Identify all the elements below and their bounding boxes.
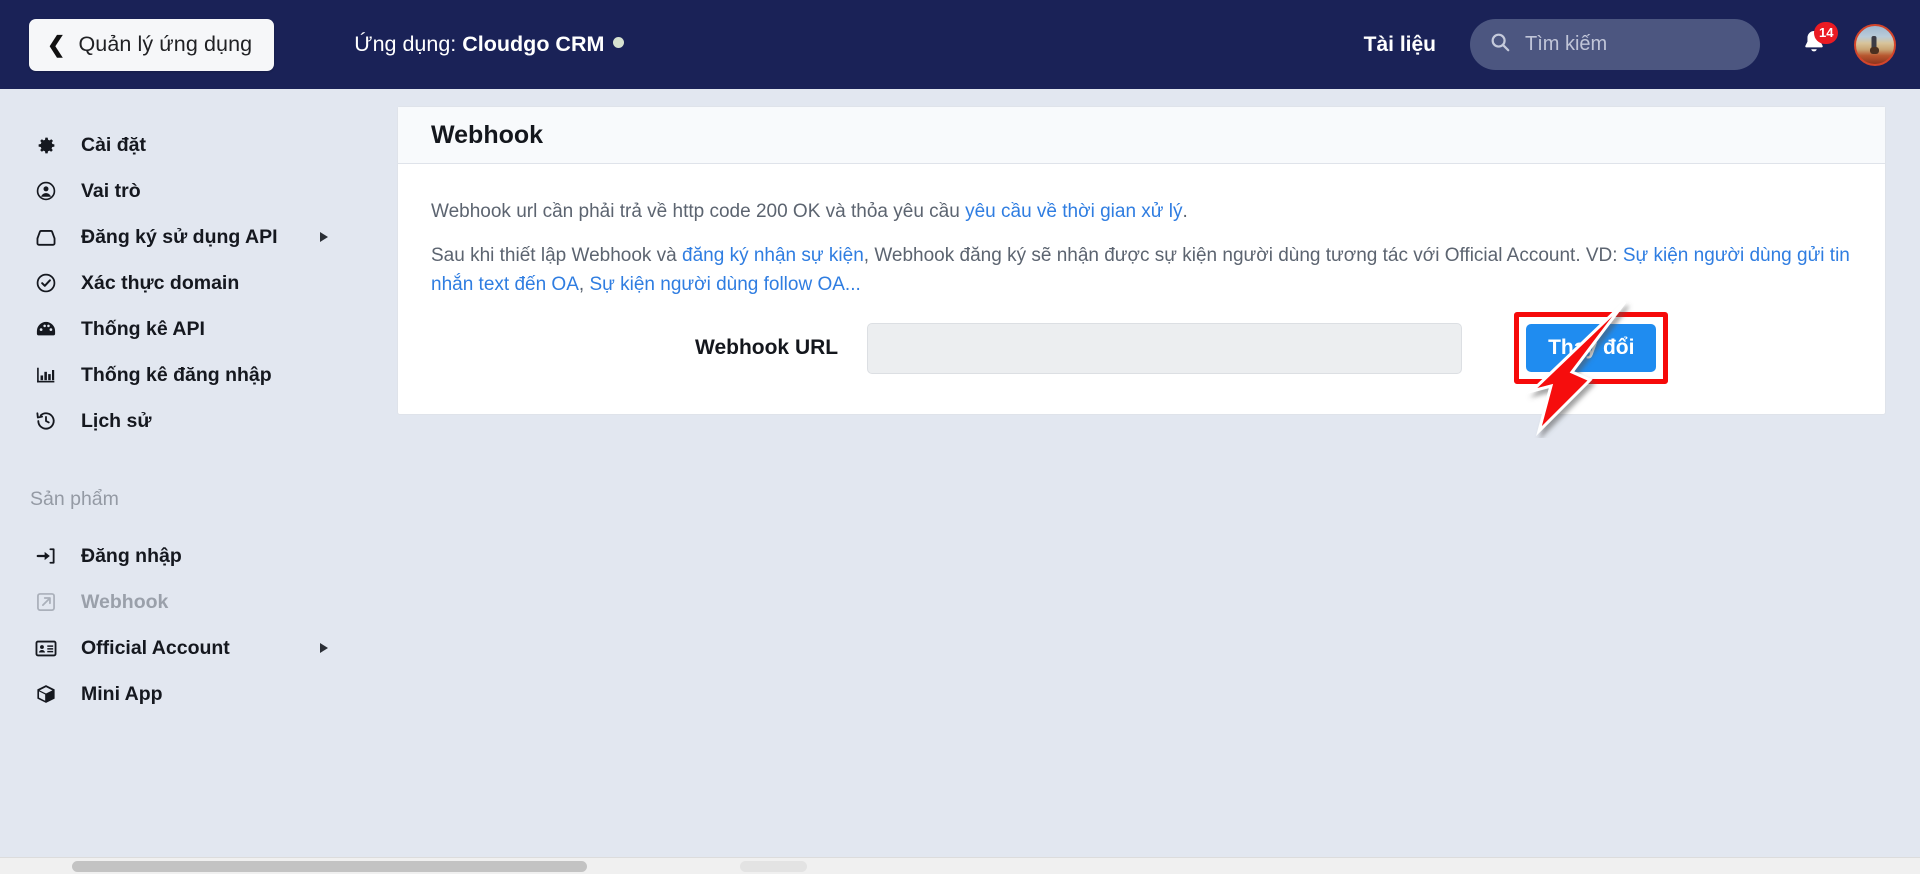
sidebar: Cài đặt Vai trò Đăng ký sử dụng API Xác … — [0, 89, 397, 874]
change-webhook-button[interactable]: Thay đổi — [1526, 324, 1657, 373]
sidebar-item-label: Xác thực domain — [81, 271, 240, 294]
id-card-icon — [33, 639, 59, 658]
sidebar-item-xac-thuc-domain[interactable]: Xác thực domain — [0, 260, 397, 306]
search-placeholder-text: Tìm kiếm — [1525, 33, 1608, 55]
current-app-title: Ứng dụng: Cloudgo CRM — [354, 32, 625, 57]
paragraph2-text-part1: Sau khi thiết lập Webhook và — [431, 244, 683, 266]
sidebar-item-label: Official Account — [81, 636, 230, 659]
sidebar-item-label: Mini App — [81, 682, 163, 705]
sidebar-item-label: Thống kê API — [81, 317, 205, 340]
sidebar-item-label: Thống kê đăng nhập — [81, 363, 272, 386]
paragraph1-text-part2: . — [1182, 201, 1188, 222]
back-button-label: Quản lý ứng dụng — [78, 32, 253, 56]
bar-chart-icon — [33, 365, 59, 385]
webhook-url-form-row: Webhook URL Thay đổi — [431, 312, 1852, 385]
description-paragraph-2: Sau khi thiết lập Webhook và đăng ký nhậ… — [431, 242, 1852, 300]
avatar-figure-secondary — [1869, 46, 1879, 54]
chevron-right-icon — [320, 232, 328, 242]
sidebar-item-dang-nhap[interactable]: Đăng nhập — [0, 533, 397, 579]
history-icon — [33, 410, 59, 432]
inbox-icon — [33, 227, 59, 247]
search-input[interactable]: Tìm kiếm — [1470, 19, 1760, 70]
login-arrow-icon — [33, 546, 59, 566]
scrollbar-thumb-secondary[interactable] — [740, 861, 807, 872]
notifications-button[interactable]: 14 — [1800, 21, 1839, 63]
external-link-icon — [33, 591, 59, 613]
sidebar-section-header: Sản phẩm — [30, 488, 119, 510]
notification-count-badge: 14 — [1814, 21, 1839, 44]
card-body: Webhook url cần phải trả về http code 20… — [398, 164, 1885, 414]
documentation-link[interactable]: Tài liệu — [1364, 33, 1436, 57]
paragraph2-text-part2: , Webhook đăng ký sẽ nhận được sự kiện n… — [863, 244, 1623, 266]
submit-button-wrapper: Thay đổi — [1514, 312, 1669, 385]
sidebar-item-official-account[interactable]: Official Account — [0, 625, 397, 671]
user-follow-oa-event-link[interactable]: Sự kiện người dùng follow OA... — [589, 274, 860, 295]
scrollbar-thumb[interactable] — [72, 861, 587, 872]
webhook-card: Webhook Webhook url cần phải trả về http… — [397, 106, 1886, 415]
webhook-url-label: Webhook URL — [695, 336, 839, 360]
register-event-link[interactable]: đăng ký nhận sự kiện — [682, 245, 864, 266]
card-header: Webhook — [398, 107, 1885, 164]
search-icon — [1489, 31, 1511, 58]
sidebar-item-label: Webhook — [81, 590, 169, 613]
description-paragraph-1: Webhook url cần phải trả về http code 20… — [431, 198, 1852, 227]
sidebar-item-thong-ke-api[interactable]: Thống kê API — [0, 306, 397, 352]
app-title-name: Cloudgo CRM — [462, 32, 605, 56]
webhook-url-input[interactable] — [867, 322, 1463, 374]
back-to-app-management-button[interactable]: ❮ Quản lý ứng dụng — [29, 18, 275, 71]
page-title: Webhook — [431, 120, 544, 149]
user-circle-icon — [33, 180, 59, 202]
horizontal-scrollbar[interactable] — [0, 857, 1920, 874]
sidebar-item-label: Lịch sử — [81, 409, 152, 432]
app-title-prefix: Ứng dụng: — [354, 32, 457, 56]
gear-icon — [33, 135, 59, 156]
app-status-dot-icon — [613, 37, 625, 48]
sidebar-item-dang-ky-su-dung-api[interactable]: Đăng ký sử dụng API — [0, 214, 397, 260]
page-body: Cài đặt Vai trò Đăng ký sử dụng API Xác … — [0, 89, 1920, 874]
chevron-left-icon: ❮ — [47, 31, 66, 57]
chevron-right-icon — [320, 643, 328, 653]
processing-time-requirement-link[interactable]: yêu cầu về thời gian xử lý — [965, 201, 1182, 222]
sidebar-item-mini-app[interactable]: Mini App — [0, 671, 397, 717]
sidebar-item-label: Cài đặt — [81, 133, 147, 156]
top-bar-right-cluster: Tài liệu Tìm kiếm 14 — [1364, 19, 1896, 70]
sidebar-item-vai-tro[interactable]: Vai trò — [0, 168, 397, 214]
check-circle-icon — [33, 272, 59, 294]
paragraph1-text-part1: Webhook url cần phải trả về http code 20… — [431, 201, 966, 222]
sidebar-item-lich-su[interactable]: Lịch sử — [0, 398, 397, 444]
sidebar-item-cai-dat[interactable]: Cài đặt — [0, 122, 397, 168]
sidebar-item-label: Vai trò — [81, 179, 141, 202]
sidebar-item-webhook[interactable]: Webhook — [0, 579, 397, 625]
cube-icon — [33, 683, 59, 705]
sidebar-item-label: Đăng nhập — [81, 544, 182, 567]
gauge-icon — [33, 319, 59, 339]
user-avatar[interactable] — [1854, 23, 1896, 66]
sidebar-item-thong-ke-dang-nhap[interactable]: Thống kê đăng nhập — [0, 352, 397, 398]
top-bar: ❮ Quản lý ứng dụng Ứng dụng: Cloudgo CRM… — [0, 0, 1920, 89]
sidebar-item-label: Đăng ký sử dụng API — [81, 225, 278, 248]
paragraph2-text-part3: , — [578, 273, 590, 295]
